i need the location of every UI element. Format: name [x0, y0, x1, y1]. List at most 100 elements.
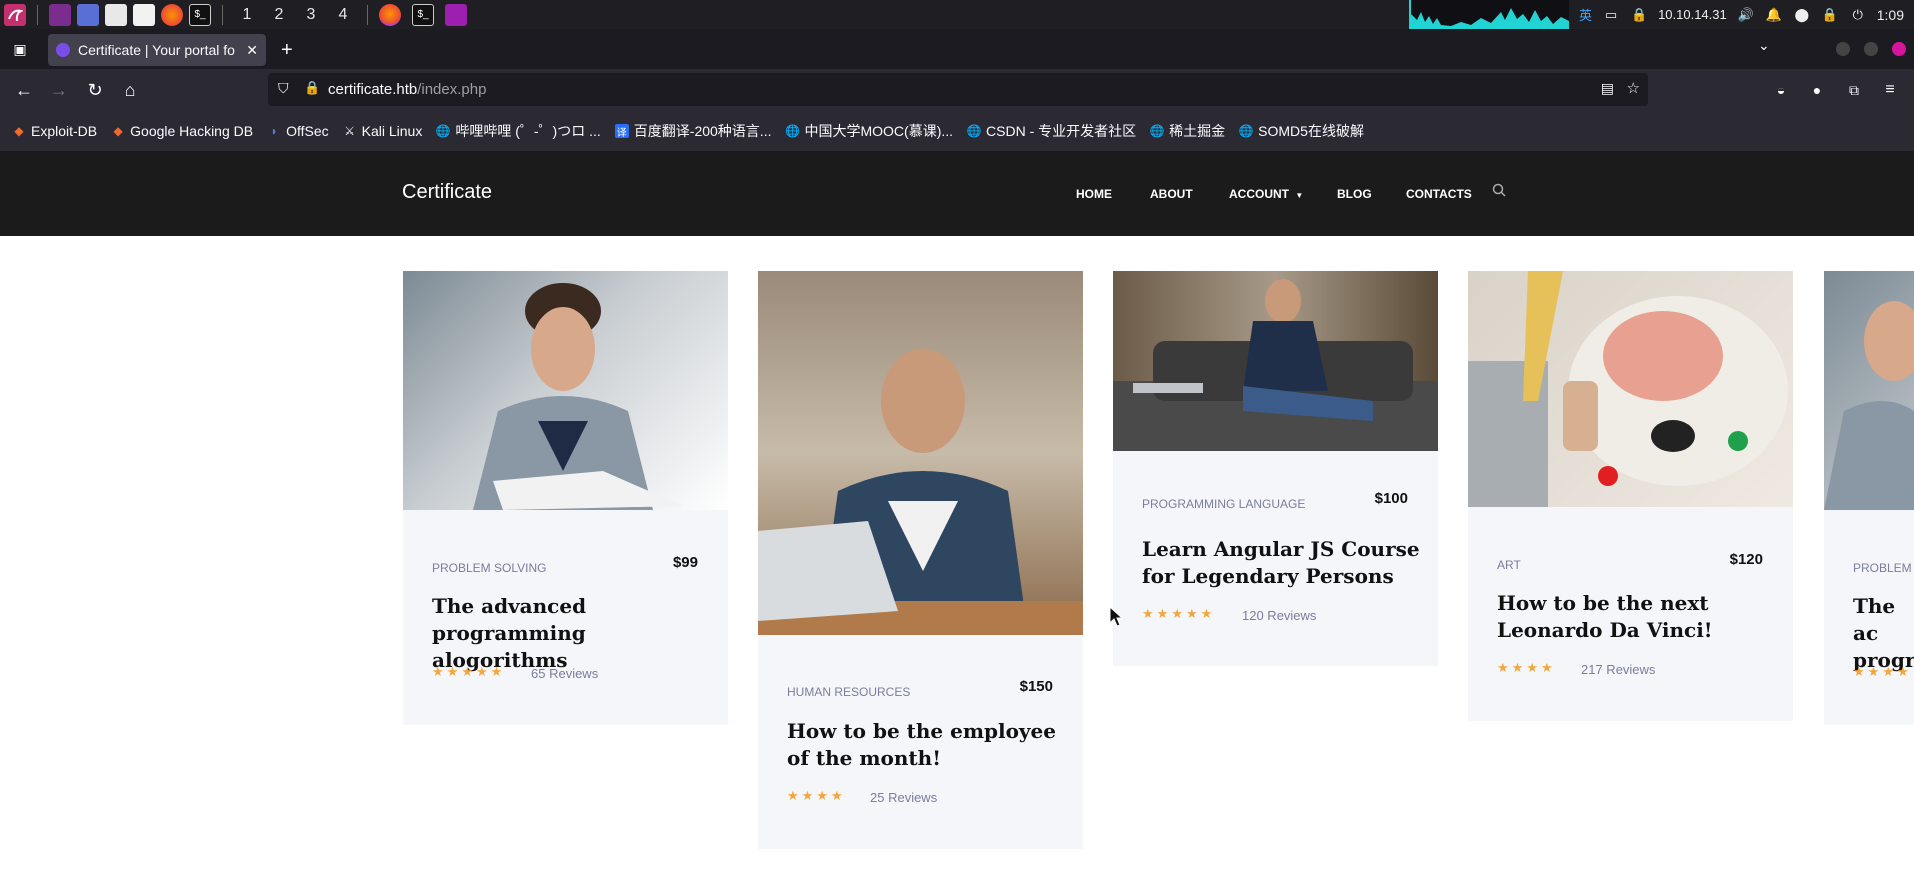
workspace-1[interactable]: 1	[231, 6, 263, 24]
course-image[interactable]	[1824, 271, 1914, 510]
course-image[interactable]	[758, 271, 1083, 635]
course-title[interactable]: The ac progra	[1853, 593, 1914, 674]
course-image[interactable]	[403, 271, 728, 510]
desktop-app-icon[interactable]	[77, 3, 99, 26]
input-method-label[interactable]: 英	[1579, 5, 1592, 24]
baidu-translate-icon: 译	[614, 124, 629, 139]
pocket-icon[interactable]: ◒	[1769, 78, 1793, 102]
star-icon: ★	[830, 788, 843, 803]
os-taskbar: $_ 1 2 3 4 $_ 英 ▭ 🔒 10.10.14.31 🔊 🔔 ⬤ 🔒 …	[0, 0, 1914, 29]
course-image[interactable]	[1468, 271, 1793, 507]
active-tab[interactable]: Certificate | Your portal fo ✕	[48, 34, 266, 66]
firefox-window-icon[interactable]	[379, 3, 401, 26]
files-app-icon[interactable]	[105, 3, 127, 26]
search-icon[interactable]	[1492, 183, 1506, 204]
url-bar[interactable]: ⛉ 🔒 certificate.htb/index.php ▤ ☆	[268, 73, 1648, 106]
review-count[interactable]: 65 Reviews	[531, 666, 598, 681]
bookmark-somd5[interactable]: 🌐 SOMD5在线破解	[1239, 121, 1364, 141]
review-count[interactable]: 120 Reviews	[1242, 608, 1316, 623]
star-icon: ★	[1497, 660, 1509, 675]
volume-icon[interactable]: 🔊	[1737, 6, 1755, 24]
bookmark-exploit-db[interactable]: ◆ Exploit-DB	[12, 123, 97, 139]
course-card[interactable]: PROBLEM SOLVING $99 The advanced program…	[403, 271, 728, 725]
nav-home[interactable]: HOME	[1076, 187, 1112, 201]
course-category: PROGRAMMING LANGUAGE	[1142, 497, 1306, 511]
bookmark-kali[interactable]: ⚔ Kali Linux	[343, 123, 422, 139]
workspace-3[interactable]: 3	[295, 6, 327, 24]
course-card[interactable]: ART $120 How to be the next Leonardo Da …	[1468, 271, 1793, 721]
bookmark-ghdb[interactable]: ◆ Google Hacking DB	[111, 123, 254, 139]
course-category: ART	[1497, 558, 1521, 572]
star-icon: ★	[1156, 606, 1169, 621]
bookmark-bilibili[interactable]: 🌐 哔哩哔哩 (゜-゜)つロ ...	[436, 121, 601, 141]
nav-contacts[interactable]: CONTACTS	[1406, 187, 1472, 201]
tab-overview-icon[interactable]: ▣	[8, 37, 32, 61]
workspace-4[interactable]: 4	[327, 6, 359, 24]
cpu-usage-graph	[1409, 0, 1570, 29]
back-icon[interactable]: ←	[12, 78, 36, 102]
lock-icon[interactable]: 🔒	[304, 80, 320, 96]
minimize-window-icon[interactable]	[1836, 42, 1850, 56]
course-card[interactable]: HUMAN RESOURCES $150 How to be the emplo…	[758, 271, 1083, 849]
rating-stars: ★ ★ ★ ★	[1853, 664, 1909, 680]
extensions-icon[interactable]: ⧉	[1842, 78, 1866, 102]
maximize-window-icon[interactable]	[1864, 42, 1878, 56]
notification-bell-icon[interactable]: 🔔	[1765, 6, 1783, 24]
reader-view-icon[interactable]: ▤	[1601, 80, 1614, 97]
bookmark-juejin[interactable]: 🌐 稀土掘金	[1150, 121, 1225, 141]
list-all-tabs-icon[interactable]: ⌄	[1758, 37, 1770, 54]
close-window-icon[interactable]	[1892, 42, 1906, 56]
star-icon: ★	[1511, 660, 1524, 675]
globe-icon: 🌐	[966, 124, 982, 138]
review-count[interactable]: 217 Reviews	[1581, 662, 1655, 677]
workspace-2[interactable]: 2	[263, 6, 295, 24]
star-icon: ★	[461, 664, 473, 679]
nav-account-label: ACCOUNT	[1229, 187, 1289, 201]
star-icon: ★	[432, 664, 444, 679]
star-icon: ★	[490, 664, 503, 679]
terminal-emulator-icon[interactable]: $_	[189, 3, 211, 26]
course-card[interactable]: PROGRAMMING LANGUAGE $100 Learn Angular …	[1113, 271, 1438, 666]
lock-screen-icon[interactable]: 🔒	[1821, 6, 1839, 24]
review-count[interactable]: 25 Reviews	[870, 790, 937, 805]
folder-window-icon[interactable]	[445, 3, 467, 26]
power-icon[interactable]: ⏻	[1849, 6, 1867, 24]
course-image[interactable]	[1113, 271, 1438, 451]
star-icon: ★	[1882, 664, 1894, 679]
bookmark-offsec[interactable]: ◗ OffSec	[267, 123, 328, 139]
forward-icon[interactable]: →	[47, 78, 71, 102]
course-title[interactable]: How to be the employee of the month!	[787, 718, 1067, 772]
course-title[interactable]: The advanced programming alogorithms	[432, 593, 712, 674]
nav-about[interactable]: ABOUT	[1150, 187, 1193, 201]
new-tab-button[interactable]: +	[281, 39, 293, 62]
star-icon: ★	[1540, 660, 1553, 675]
home-icon[interactable]: ⌂	[118, 78, 142, 102]
bookmark-star-icon[interactable]: ☆	[1627, 79, 1640, 97]
course-card[interactable]: PROBLEM S The ac progra ★★★★	[1824, 271, 1914, 725]
nav-blog[interactable]: BLOG	[1337, 187, 1372, 201]
display-icon[interactable]: ▭	[1602, 6, 1620, 24]
course-title[interactable]: Learn Angular JS Course for Legendary Pe…	[1142, 536, 1422, 590]
shield-icon[interactable]: ⛉	[278, 80, 289, 97]
text-editor-app-icon[interactable]	[133, 3, 155, 26]
site-header: Certificate HOME ABOUT ACCOUNT ▼ BLOG CO…	[0, 151, 1914, 236]
course-title[interactable]: How to be the next Leonardo Da Vinci!	[1497, 590, 1777, 644]
bookmark-mooc[interactable]: 🌐 中国大学MOOC(慕课)...	[785, 121, 953, 141]
firefox-app-icon[interactable]	[161, 3, 183, 26]
account-avatar-icon[interactable]: ●	[1805, 78, 1829, 102]
reload-icon[interactable]: ↻	[83, 78, 107, 102]
kali-menu-icon[interactable]	[4, 3, 26, 26]
bookmarks-toolbar: ◆ Exploit-DB ◆ Google Hacking DB ◗ OffSec ⚔…	[0, 111, 1914, 151]
bookmark-baidu-translate[interactable]: 译百度翻译-200种语言...	[614, 121, 771, 141]
exploitdb-icon: ◆	[14, 124, 24, 138]
nav-account[interactable]: ACCOUNT ▼	[1229, 187, 1303, 201]
terminal-app-icon[interactable]	[49, 3, 71, 26]
site-brand[interactable]: Certificate	[402, 181, 492, 204]
terminal-window-icon[interactable]: $_	[412, 3, 434, 26]
menu-icon[interactable]: ≡	[1878, 78, 1902, 102]
vpn-icon[interactable]: 🔒	[1630, 6, 1648, 24]
close-tab-icon[interactable]: ✕	[246, 42, 258, 59]
site-favicon	[56, 43, 70, 57]
bookmark-csdn[interactable]: 🌐 CSDN - 专业开发者社区	[966, 121, 1137, 141]
update-icon[interactable]: ⬤	[1793, 6, 1811, 24]
